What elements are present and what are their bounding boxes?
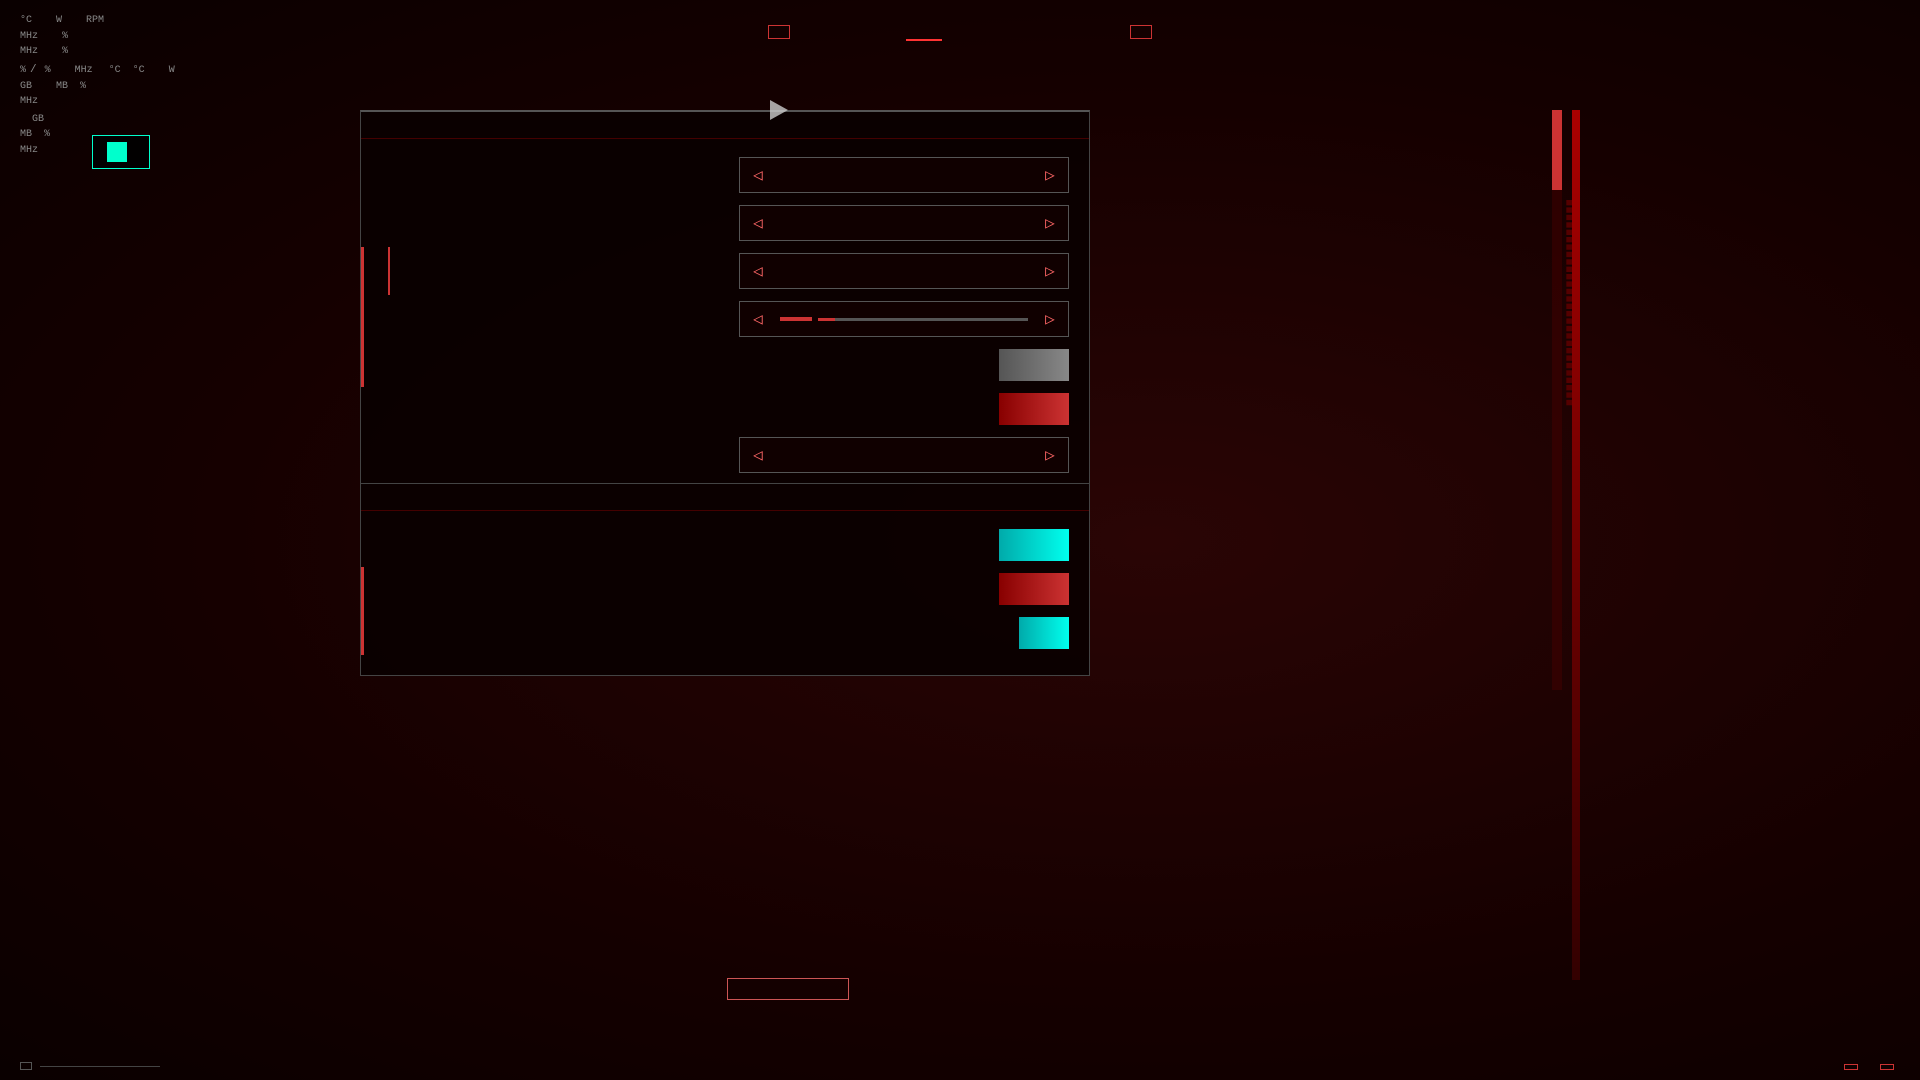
rt-switch[interactable] <box>999 529 1069 561</box>
tab-control[interactable] <box>834 24 870 40</box>
tab-language[interactable] <box>978 24 1014 40</box>
quick-preset-right-arrow[interactable]: ▷ <box>1032 158 1068 192</box>
settings-panel: ◁ ▷ ◁ ▷ ◁ ▷ ◁ <box>360 110 1090 676</box>
top-navigation <box>0 0 1920 64</box>
rt-shadow-toggle[interactable] <box>1007 617 1069 649</box>
tab-accessibility[interactable] <box>1086 24 1122 40</box>
rt-shadow-switch[interactable] <box>1019 617 1069 649</box>
dlss-reconstruction-toggle[interactable] <box>987 349 1069 381</box>
texture-quality-right-arrow[interactable]: ▷ <box>1032 438 1068 472</box>
mouse-cursor <box>770 100 788 120</box>
resolution-right-arrow[interactable]: ▷ <box>1032 206 1068 240</box>
restore-defaults-btn[interactable] <box>1844 1064 1864 1070</box>
dlss-resolution-left-arrow[interactable]: ◁ <box>740 254 776 288</box>
bottom-bar <box>1844 1064 1900 1070</box>
scrollbar-thumb[interactable] <box>1552 110 1562 190</box>
dlss-framegen-row <box>361 387 1089 431</box>
dlss-sharpen-value <box>780 317 812 321</box>
f1-key <box>1844 1064 1858 1070</box>
quick-preset-section-header <box>361 112 1089 138</box>
benchmark-tooltip[interactable] <box>92 135 150 169</box>
version-text <box>40 1066 160 1067</box>
right-edge-decoration <box>1572 110 1580 980</box>
dlss-sharpen-right-arrow[interactable]: ▷ <box>1032 302 1068 336</box>
rt-reflection-switch[interactable] <box>999 573 1069 605</box>
nav-bracket-left[interactable] <box>768 25 790 39</box>
resolution-row: ◁ ▷ <box>361 199 1089 247</box>
texture-quality-row: ◁ ▷ <box>361 431 1089 479</box>
gpu-clock-unit: MHz <box>75 63 93 79</box>
close-btn[interactable] <box>1880 1064 1900 1070</box>
tab-ui[interactable] <box>1014 24 1050 40</box>
tab-keybind[interactable] <box>1050 24 1086 40</box>
default-btn-container <box>727 976 849 1000</box>
rt-shadow-row <box>361 611 1089 655</box>
rt-reflection-toggle[interactable] <box>987 573 1069 605</box>
version-info <box>20 1062 160 1070</box>
rt-section <box>361 483 1089 655</box>
rt-row <box>361 523 1089 567</box>
dlss-resolution-right-arrow[interactable]: ▷ <box>1032 254 1068 288</box>
dlss-sharpen-slider[interactable]: ◁ ▷ <box>739 301 1069 337</box>
resolution-left-arrow[interactable]: ◁ <box>740 206 776 240</box>
esc-key <box>1880 1064 1894 1070</box>
rt-reflection-row <box>361 567 1089 611</box>
dlss-framegen-toggle[interactable] <box>987 393 1069 425</box>
texture-quality-selector[interactable]: ◁ ▷ <box>739 437 1069 473</box>
dlss-sharpen-row: ◁ ▷ <box>361 295 1089 343</box>
dlss-reconstruction-row <box>361 343 1089 387</box>
dlss-sharpen-track[interactable] <box>818 318 1028 321</box>
dlss-resolution-selector[interactable]: ◁ ▷ <box>739 253 1069 289</box>
benchmark-btn[interactable] <box>107 142 127 162</box>
scrollbar[interactable] <box>1552 110 1562 690</box>
quick-preset-row: ◁ ▷ <box>361 151 1089 199</box>
version-box <box>20 1062 32 1070</box>
gpu-usage2-unit: % <box>45 63 51 79</box>
resolution-selector[interactable]: ◁ ▷ <box>739 205 1069 241</box>
quick-preset-selector[interactable]: ◁ ▷ <box>739 157 1069 193</box>
rt-toggle[interactable] <box>987 529 1069 561</box>
quick-preset-left-arrow[interactable]: ◁ <box>740 158 776 192</box>
tab-gameplay[interactable] <box>870 24 906 40</box>
dlss-sharpen-left-arrow[interactable]: ◁ <box>740 302 776 336</box>
nav-bracket-right[interactable] <box>1130 25 1152 39</box>
dlss-framegen-switch[interactable] <box>999 393 1069 425</box>
dlss-resolution-row: ◁ ▷ <box>361 247 1089 295</box>
gpu-usage1-unit: % <box>20 63 26 79</box>
rt-section-header <box>361 484 1089 510</box>
tab-sound[interactable] <box>798 24 834 40</box>
dlss-reconstruction-switch[interactable] <box>999 349 1069 381</box>
texture-quality-left-arrow[interactable]: ◁ <box>740 438 776 472</box>
default-button[interactable] <box>727 978 849 1000</box>
tab-graphics[interactable] <box>906 23 942 41</box>
tab-video[interactable] <box>942 24 978 40</box>
